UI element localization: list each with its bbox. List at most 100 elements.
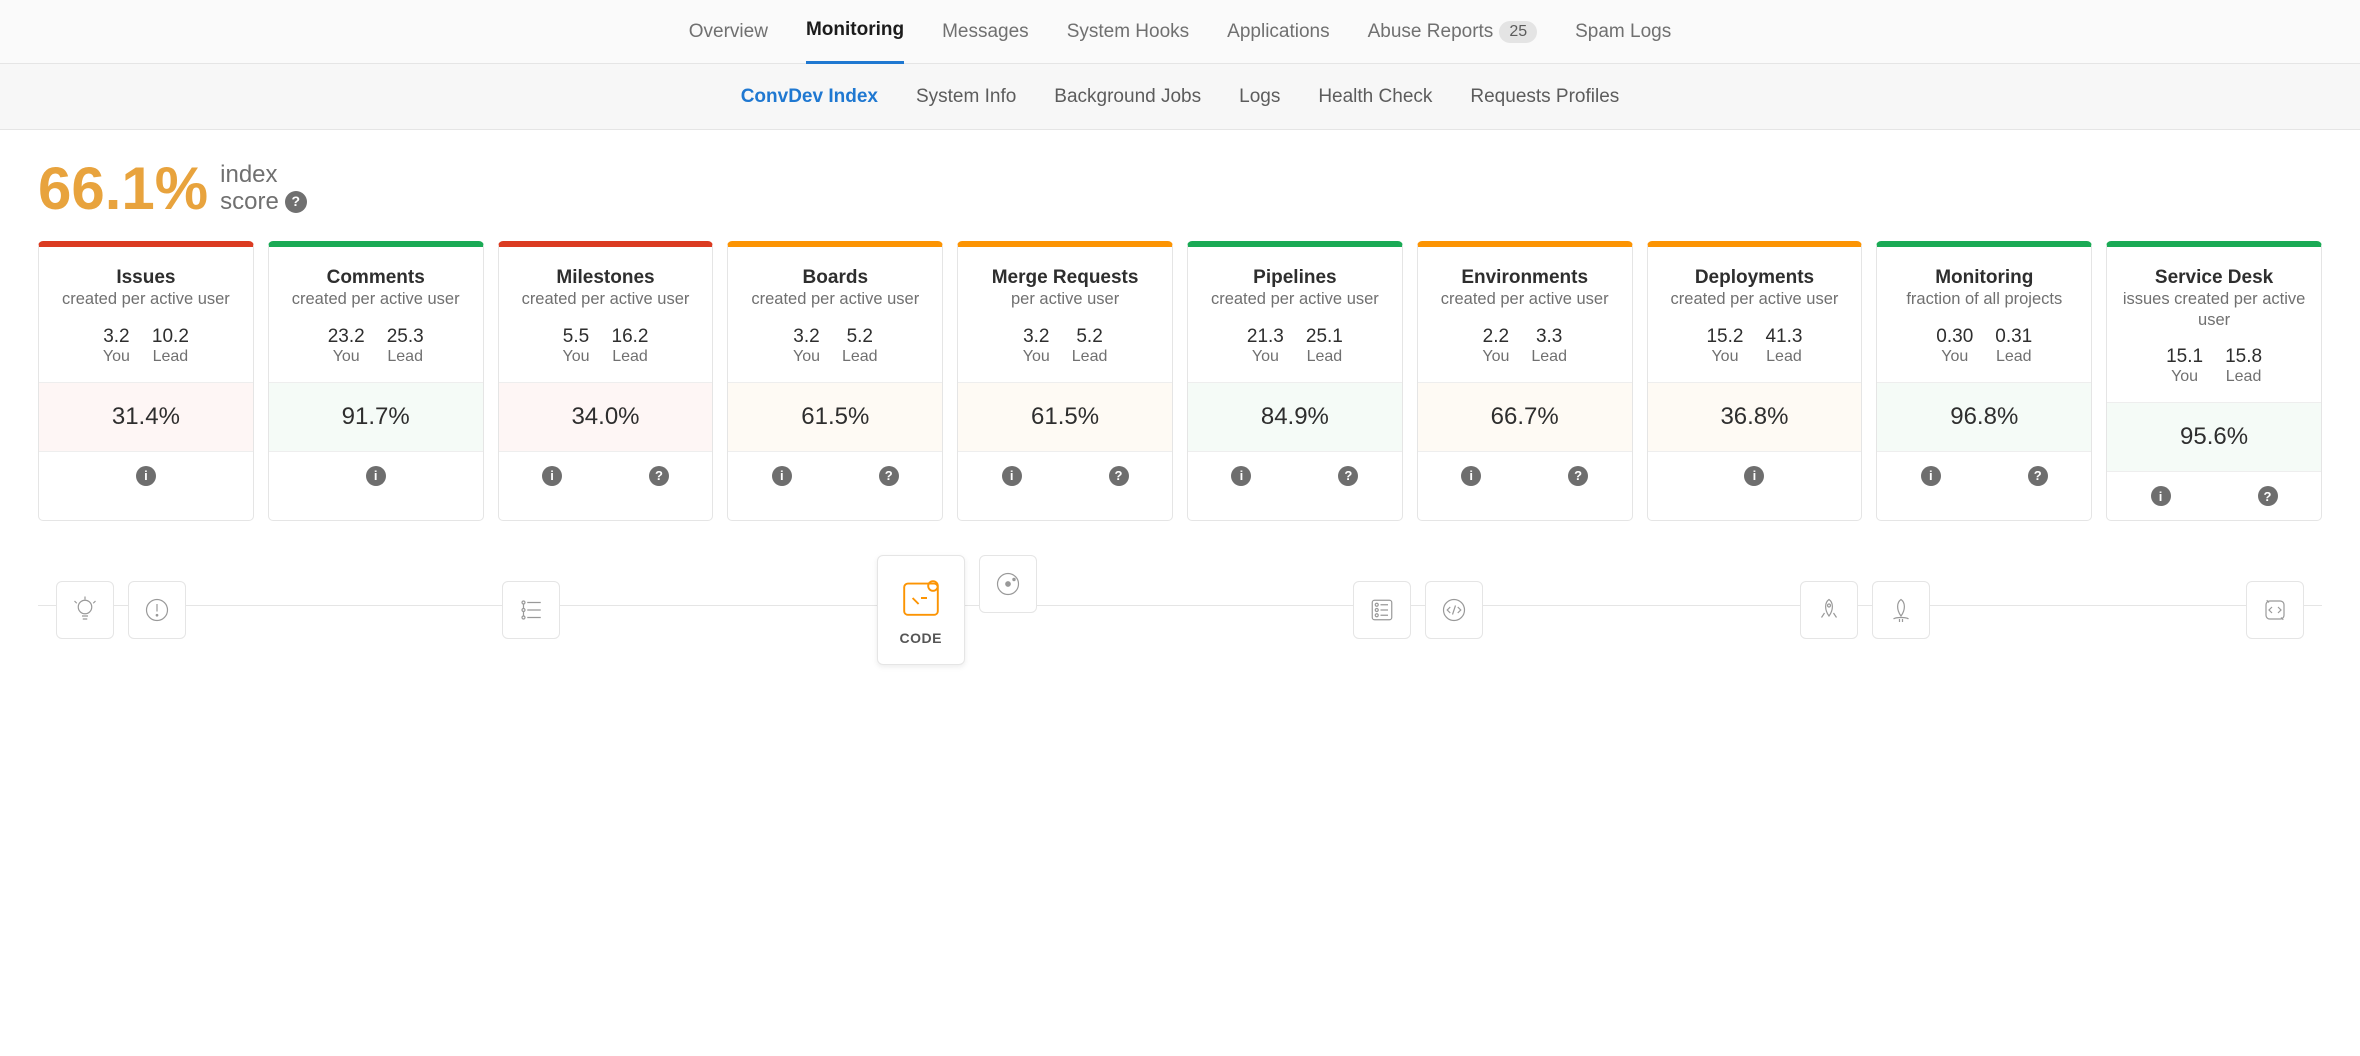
cycle-icon[interactable] <box>2246 581 2304 639</box>
card-lead-value: 10.2 <box>152 326 189 348</box>
card-percent: 91.7% <box>269 382 483 451</box>
help-icon[interactable]: ? <box>1109 466 1129 486</box>
card-you-value: 3.2 <box>103 326 130 348</box>
card-lead-label: Lead <box>152 348 189 366</box>
launch-icon[interactable] <box>1872 581 1930 639</box>
card-you-value: 3.2 <box>1023 326 1050 348</box>
subtab-requests-profiles[interactable]: Requests Profiles <box>1470 86 1619 108</box>
card-percent: 95.6% <box>2107 402 2321 471</box>
card-boards: Boardscreated per active user3.2You5.2Le… <box>727 241 943 521</box>
card-you-value: 0.30 <box>1936 326 1973 348</box>
score-label: index score ? <box>220 162 307 215</box>
subtab-system-info[interactable]: System Info <box>916 86 1016 108</box>
card-subtitle: created per active user <box>736 289 934 310</box>
card-you-value: 5.5 <box>563 326 590 348</box>
lifecycle-group <box>56 581 186 639</box>
card-you-label: You <box>328 348 365 366</box>
card-title: Environments <box>1426 267 1624 289</box>
rocket-icon[interactable] <box>1800 581 1858 639</box>
info-icon[interactable]: i <box>1921 466 1941 486</box>
help-icon[interactable]: ? <box>2028 466 2048 486</box>
abuse-count-badge: 25 <box>1499 21 1537 43</box>
lightbulb-icon[interactable] <box>56 581 114 639</box>
subtab-logs[interactable]: Logs <box>1239 86 1280 108</box>
card-lead-label: Lead <box>1072 348 1108 366</box>
card-percent: 36.8% <box>1648 382 1862 451</box>
card-subtitle: created per active user <box>1426 289 1624 310</box>
info-icon[interactable]: i <box>1744 466 1764 486</box>
dot-icon[interactable] <box>979 555 1037 613</box>
alert-icon[interactable] <box>128 581 186 639</box>
card-you-label: You <box>563 348 590 366</box>
tab-overview[interactable]: Overview <box>689 0 768 64</box>
subtab-health-check[interactable]: Health Check <box>1318 86 1432 108</box>
list-icon[interactable] <box>502 581 560 639</box>
info-icon[interactable]: i <box>1461 466 1481 486</box>
card-subtitle: created per active user <box>1656 289 1854 310</box>
card-you-value: 15.2 <box>1706 326 1743 348</box>
lifecycle-row: CODE <box>38 545 2322 665</box>
info-icon[interactable]: i <box>772 466 792 486</box>
help-icon[interactable]: ? <box>649 466 669 486</box>
subtab-background-jobs[interactable]: Background Jobs <box>1054 86 1201 108</box>
help-icon[interactable]: ? <box>1568 466 1588 486</box>
score-label-bottom: score <box>220 189 279 215</box>
card-percent: 34.0% <box>499 382 713 451</box>
card-you-value: 23.2 <box>328 326 365 348</box>
page-content: 66.1% index score ? Issuescreated per ac… <box>0 130 2360 689</box>
info-icon[interactable]: i <box>136 466 156 486</box>
info-icon[interactable]: i <box>2151 486 2171 506</box>
tab-spam-logs[interactable]: Spam Logs <box>1575 0 1671 64</box>
card-you-label: You <box>793 348 820 366</box>
card-you-value: 21.3 <box>1247 326 1284 348</box>
card-you-label: You <box>1706 348 1743 366</box>
card-percent: 61.5% <box>958 382 1172 451</box>
info-icon[interactable]: i <box>542 466 562 486</box>
card-percent: 61.5% <box>728 382 942 451</box>
card-subtitle: per active user <box>966 289 1164 310</box>
checklist-icon[interactable] <box>1353 581 1411 639</box>
card-service-desk: Service Deskissues created per active us… <box>2106 241 2322 521</box>
subtab-convdev-index[interactable]: ConvDev Index <box>741 86 878 108</box>
card-pipelines: Pipelinescreated per active user21.3You2… <box>1187 241 1403 521</box>
card-you-label: You <box>1482 348 1509 366</box>
top-nav: Overview Monitoring Messages System Hooks Ap… <box>0 0 2360 64</box>
card-title: Milestones <box>507 267 705 289</box>
cards-row: Issuescreated per active user3.2You10.2L… <box>38 241 2322 521</box>
lifecycle-group <box>1800 581 1930 639</box>
card-subtitle: created per active user <box>507 289 705 310</box>
card-lead-label: Lead <box>1995 348 2032 366</box>
codebracket-icon[interactable] <box>1425 581 1483 639</box>
card-you-label: You <box>1247 348 1284 366</box>
lifecycle-group <box>1353 581 1483 639</box>
help-icon[interactable]: ? <box>2258 486 2278 506</box>
help-icon[interactable]: ? <box>1338 466 1358 486</box>
card-lead-value: 16.2 <box>612 326 649 348</box>
tab-abuse-reports[interactable]: Abuse Reports25 <box>1368 0 1537 64</box>
help-icon[interactable]: ? <box>285 191 307 213</box>
card-lead-value: 0.31 <box>1995 326 2032 348</box>
card-subtitle: issues created per active user <box>2115 289 2313 330</box>
card-lead-value: 15.8 <box>2225 346 2262 368</box>
card-percent: 31.4% <box>39 382 253 451</box>
tab-system-hooks[interactable]: System Hooks <box>1067 0 1189 64</box>
tab-applications[interactable]: Applications <box>1227 0 1329 64</box>
tab-messages[interactable]: Messages <box>942 0 1029 64</box>
card-lead-value: 25.3 <box>387 326 424 348</box>
code-icon[interactable]: CODE <box>877 555 965 665</box>
info-icon[interactable]: i <box>1002 466 1022 486</box>
card-subtitle: created per active user <box>1196 289 1394 310</box>
help-icon[interactable]: ? <box>879 466 899 486</box>
card-you-value: 2.2 <box>1482 326 1509 348</box>
card-title: Pipelines <box>1196 267 1394 289</box>
card-you-label: You <box>2166 368 2203 386</box>
tab-monitoring[interactable]: Monitoring <box>806 0 904 64</box>
card-you-label: You <box>103 348 130 366</box>
info-icon[interactable]: i <box>366 466 386 486</box>
lifecycle-stage-label: CODE <box>900 630 942 646</box>
info-icon[interactable]: i <box>1231 466 1251 486</box>
card-percent: 96.8% <box>1877 382 2091 451</box>
lifecycle-group <box>2246 581 2304 639</box>
card-subtitle: fraction of all projects <box>1885 289 2083 310</box>
card-you-label: You <box>1023 348 1050 366</box>
